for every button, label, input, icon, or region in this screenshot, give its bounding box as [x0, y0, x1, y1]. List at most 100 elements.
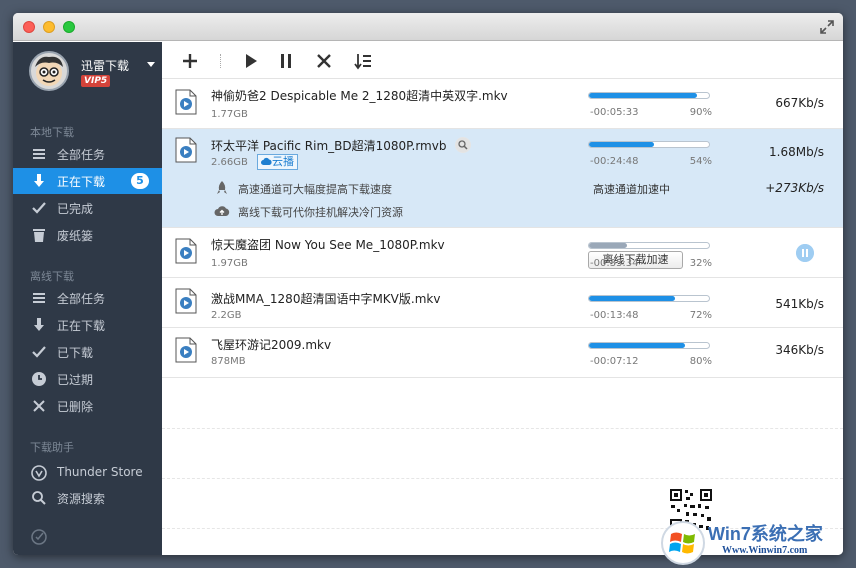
- toolbar: [162, 42, 843, 79]
- search-icon: [32, 491, 46, 505]
- chevron-down-icon[interactable]: [147, 62, 155, 67]
- avatar[interactable]: [29, 51, 69, 91]
- section-local-downloads: 本地下载: [30, 126, 74, 139]
- boost-speed: +273Kb/s: [765, 181, 824, 195]
- sidebar-item-local-all-tasks[interactable]: 全部任务: [13, 141, 162, 167]
- progress-bar: [588, 141, 710, 148]
- download-row[interactable]: 飞屋环游记2009.mkv 878MB -00:07:12 80% 346Kb/…: [162, 328, 843, 378]
- cloud-play-label: 云播: [272, 155, 294, 168]
- sidebar-item-label: Thunder Store: [57, 465, 143, 479]
- cloud-play-button[interactable]: 云播: [257, 154, 298, 170]
- sidebar-item-offline-downloaded[interactable]: 已下载: [13, 339, 162, 365]
- video-file-icon: [175, 238, 197, 264]
- sidebar-item-label: 废纸篓: [57, 229, 94, 243]
- progress-percent: 54%: [689, 156, 712, 167]
- sidebar-item-offline-downloading[interactable]: 正在下载: [13, 312, 162, 338]
- watermark-url: Www.Winwin7.com: [722, 545, 808, 556]
- download-row[interactable]: 惊天魔盗团 Now You See Me_1080P.mkv 1.97GB -0…: [162, 228, 843, 278]
- download-speed: 346Kb/s: [775, 343, 824, 357]
- video-file-icon: [175, 288, 197, 314]
- file-size: 2.2GB: [211, 310, 242, 321]
- zoom-window-button[interactable]: [63, 21, 75, 33]
- delete-icon[interactable]: [315, 52, 333, 70]
- check-icon: [32, 346, 46, 358]
- trash-icon: [33, 229, 45, 242]
- sidebar: 迅雷下载 VIP5 本地下载 全部任务 正在下载 5 已完成 废纸篓 离线下载 …: [13, 42, 162, 555]
- file-size: 1.77GB: [211, 109, 248, 120]
- sidebar-item-local-trash[interactable]: 废纸篓: [13, 222, 162, 248]
- vip-badge: VIP5: [81, 75, 111, 87]
- video-file-icon: [175, 89, 197, 115]
- start-icon[interactable]: [242, 52, 260, 70]
- add-task-icon[interactable]: [181, 52, 199, 70]
- clock-icon: [32, 372, 46, 386]
- status-check-icon[interactable]: [31, 529, 47, 545]
- time-remaining: -00:24:48: [590, 156, 639, 167]
- video-file-icon: [175, 137, 197, 163]
- file-name: 激战MMA_1280超清国语中字MKV版.mkv: [211, 292, 441, 306]
- download-row[interactable]: 激战MMA_1280超清国语中字MKV版.mkv 2.2GB -00:13:48…: [162, 278, 843, 328]
- time-remaining: -00:35:34: [590, 258, 639, 269]
- sidebar-item-local-completed[interactable]: 已完成: [13, 195, 162, 221]
- offline-hint-text: 离线下载可代你挂机解决冷门资源: [238, 206, 403, 219]
- sidebar-item-local-downloading[interactable]: 正在下载 5: [13, 168, 162, 194]
- progress-bar: [588, 92, 710, 99]
- sidebar-item-label: 正在下载: [57, 175, 106, 189]
- list-icon: [33, 149, 45, 159]
- title-bar: [13, 13, 843, 41]
- file-name: 惊天魔盗团 Now You See Me_1080P.mkv: [211, 238, 445, 252]
- app-window: 迅雷下载 VIP5 本地下载 全部任务 正在下载 5 已完成 废纸篓 离线下载 …: [13, 13, 843, 555]
- download-row-selected[interactable]: 环太平洋 Pacific Rim_BD超清1080P.rmvb 2.66GB 云…: [162, 129, 843, 269]
- file-size: 1.97GB: [211, 258, 248, 269]
- progress-percent: 90%: [689, 107, 712, 118]
- progress-fill: [589, 142, 654, 147]
- progress-bar: [588, 295, 710, 302]
- video-file-icon: [175, 337, 197, 363]
- sidebar-item-offline-deleted[interactable]: 已删除: [13, 393, 162, 419]
- progress-fill: [589, 243, 628, 248]
- download-row[interactable]: 神偷奶爸2 Despicable Me 2_1280超清中英双字.mkv 1.7…: [162, 79, 843, 129]
- avatar-face-icon: [35, 56, 63, 86]
- check-icon: [32, 202, 46, 214]
- cloud-icon: [261, 157, 272, 165]
- paused-status-icon[interactable]: [796, 244, 814, 262]
- pause-icon[interactable]: [277, 52, 295, 70]
- sort-icon[interactable]: [354, 52, 372, 70]
- download-speed: 1.68Mb/s: [769, 145, 824, 159]
- sidebar-item-label: 全部任务: [57, 292, 106, 306]
- close-window-button[interactable]: [23, 21, 35, 33]
- progress-percent: 80%: [689, 356, 712, 367]
- downloading-count-badge: 5: [131, 173, 149, 189]
- sidebar-item-label: 已下载: [57, 346, 94, 360]
- store-icon: [31, 465, 47, 481]
- progress-fill: [589, 343, 685, 348]
- file-name: 神偷奶爸2 Despicable Me 2_1280超清中英双字.mkv: [211, 89, 508, 103]
- magnifier-icon[interactable]: [455, 137, 471, 153]
- minimize-window-button[interactable]: [43, 21, 55, 33]
- download-arrow-icon: [34, 318, 44, 331]
- sidebar-item-label: 正在下载: [57, 319, 106, 333]
- download-arrow-icon: [34, 174, 44, 187]
- empty-row-divider: [162, 428, 843, 429]
- sidebar-item-label: 全部任务: [57, 148, 106, 162]
- fullscreen-icon[interactable]: [819, 19, 835, 35]
- username[interactable]: 迅雷下载: [81, 57, 129, 74]
- sidebar-item-offline-all-tasks[interactable]: 全部任务: [13, 285, 162, 311]
- sidebar-item-thunder-store[interactable]: Thunder Store: [13, 460, 162, 486]
- sidebar-item-resource-search[interactable]: 资源搜索: [13, 485, 162, 511]
- progress-percent: 72%: [689, 310, 712, 321]
- progress-bar: [588, 342, 710, 349]
- user-profile[interactable]: 迅雷下载 VIP5: [29, 51, 159, 95]
- sidebar-item-label: 已删除: [57, 400, 94, 414]
- time-remaining: -00:05:33: [590, 107, 639, 118]
- section-offline-downloads: 离线下载: [30, 270, 74, 283]
- sidebar-item-label: 已完成: [57, 202, 94, 216]
- sidebar-item-offline-expired[interactable]: 已过期: [13, 366, 162, 392]
- boost-hint-text: 高速通道可大幅度提高下载速度: [238, 183, 392, 196]
- windows-logo-icon: [661, 521, 705, 565]
- section-download-helper: 下载助手: [30, 441, 74, 454]
- watermark-brand: Win7系统之家: [708, 524, 823, 544]
- rocket-icon: [217, 181, 227, 194]
- time-remaining: -00:07:12: [590, 356, 639, 367]
- toolbar-separator: [220, 54, 221, 68]
